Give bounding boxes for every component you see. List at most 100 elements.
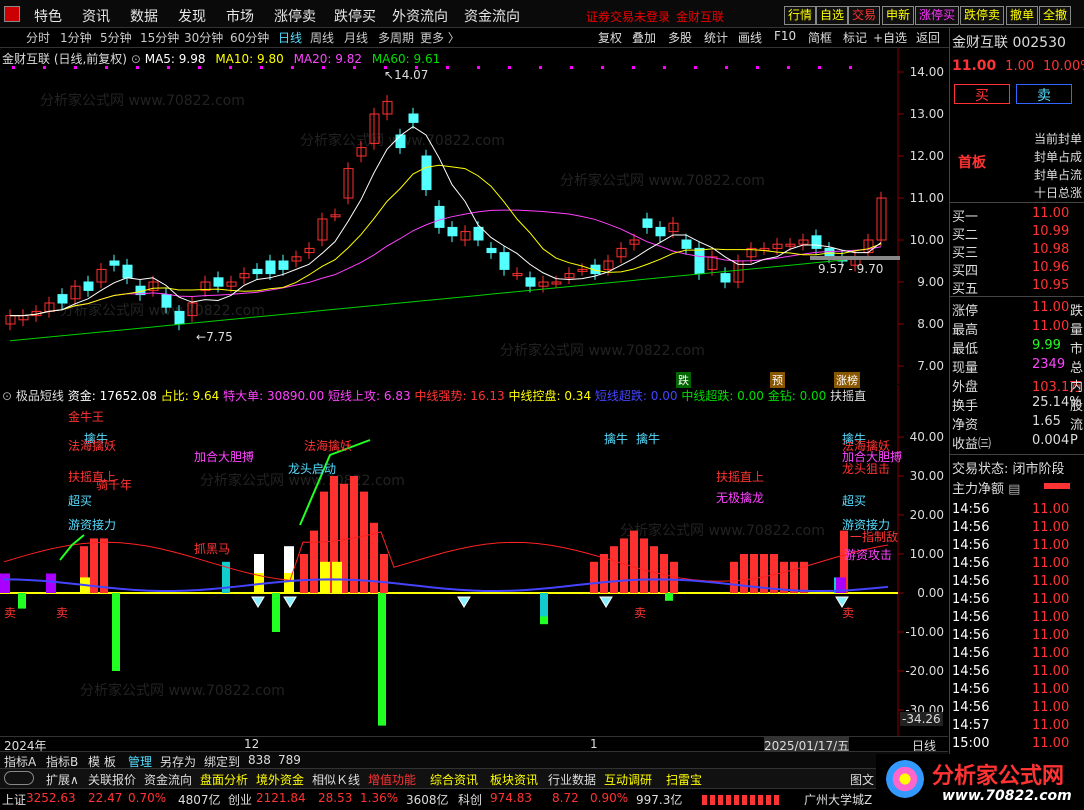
cancel-all-button[interactable]: 全撤: [1039, 6, 1072, 25]
menu-item-limit-up-sell[interactable]: 涨停卖: [274, 6, 316, 26]
kc-label[interactable]: 科创: [458, 791, 482, 808]
tick-row[interactable]: 14:56 11.00: [950, 610, 1084, 628]
app-logo-icon[interactable]: [4, 6, 20, 22]
tf-weekly[interactable]: 周线: [310, 29, 334, 46]
foreign-fund-button[interactable]: 境外资金: [256, 771, 304, 788]
menu-item-news[interactable]: 资讯: [82, 6, 110, 26]
bid-row[interactable]: 买二 10.99: [950, 224, 1084, 243]
tick-row[interactable]: 15:00 11.00: [950, 736, 1084, 754]
tf-more[interactable]: 更多 〉: [420, 29, 460, 46]
menu-item-fund-flow[interactable]: 资金流向: [464, 6, 520, 26]
risk-scan-button[interactable]: 扫雷宝: [666, 771, 702, 788]
buy-button[interactable]: 买: [954, 84, 1010, 104]
tf-5min[interactable]: 5分钟: [100, 29, 132, 46]
stat-row[interactable]: 净资 1.65 流: [950, 414, 1084, 433]
tab-838[interactable]: 838: [248, 753, 271, 767]
expand-button[interactable]: 扩展∧: [46, 771, 79, 788]
tick-row[interactable]: 14:56 11.00: [950, 592, 1084, 610]
menu-item-limit-down-buy[interactable]: 跌停买: [334, 6, 376, 26]
tick-row[interactable]: 14:56 11.00: [950, 700, 1084, 718]
toggle-switch[interactable]: [4, 771, 34, 785]
value-added-button[interactable]: 增值功能: [368, 771, 416, 788]
survey-button[interactable]: 互动调研: [604, 771, 652, 788]
sh-label[interactable]: 上证: [2, 791, 26, 808]
stat-row[interactable]: 换手 25.14% 股: [950, 395, 1084, 414]
news-ticker[interactable]: 广州大学城Z: [804, 791, 872, 808]
bid-row[interactable]: 买五 10.95: [950, 278, 1084, 297]
bid-row[interactable]: 买一 11.00: [950, 206, 1084, 225]
tf-multi[interactable]: 多周期: [378, 29, 414, 46]
stats-button[interactable]: 统计: [704, 29, 728, 46]
watchlist-button[interactable]: 自选: [816, 6, 849, 25]
tf-daily[interactable]: 日线: [278, 29, 302, 46]
tick-row[interactable]: 14:56 11.00: [950, 502, 1084, 520]
tf-15min[interactable]: 15分钟: [140, 29, 179, 46]
simple-frame-button[interactable]: 简框: [808, 29, 832, 46]
overlay-button[interactable]: 叠加: [632, 29, 656, 46]
ipo-button[interactable]: 申新: [882, 6, 915, 25]
market-analysis-button[interactable]: 盘面分析: [200, 771, 248, 788]
news-button[interactable]: 综合资讯: [430, 771, 478, 788]
menu-item-foreign-flow[interactable]: 外资流向: [392, 6, 448, 26]
cancel-order-button[interactable]: 撤单: [1006, 6, 1039, 25]
multi-stock-button[interactable]: 多股: [668, 29, 692, 46]
add-watchlist-button[interactable]: +自选: [873, 29, 907, 46]
chart-text-button[interactable]: 图文: [850, 771, 874, 788]
tick-row[interactable]: 14:56 11.00: [950, 628, 1084, 646]
similar-kline-button[interactable]: 相似Ｋ线: [312, 771, 360, 788]
tab-789[interactable]: 789: [278, 753, 301, 767]
sell-button[interactable]: 卖: [1016, 84, 1072, 104]
fund-flow-button[interactable]: 资金流向: [144, 771, 192, 788]
indicator-chart[interactable]: 40.0030.0020.0010.000.00-10.00-20.00-30.…: [0, 385, 948, 737]
mark-button[interactable]: 标记: [843, 29, 867, 46]
tick-row[interactable]: 14:56 11.00: [950, 646, 1084, 664]
related-quote-button[interactable]: 关联报价: [88, 771, 136, 788]
menu-item-features[interactable]: 特色: [34, 6, 62, 26]
stat-row[interactable]: 外盘 103.1万内: [950, 376, 1084, 395]
quote-button[interactable]: 行情: [784, 6, 817, 25]
login-status[interactable]: 证券交易未登录: [586, 8, 670, 25]
f10-button[interactable]: F10: [774, 29, 796, 43]
stat-row[interactable]: 收益㈢ 0.004 P: [950, 433, 1084, 452]
tf-60min[interactable]: 60分钟: [230, 29, 269, 46]
tick-row[interactable]: 14:56 11.00: [950, 664, 1084, 682]
tf-1min[interactable]: 1分钟: [60, 29, 92, 46]
industry-data-button[interactable]: 行业数据: [548, 771, 596, 788]
indicator-bar-green: [18, 593, 26, 609]
stat-row[interactable]: 涨停 11.00 跌: [950, 300, 1084, 319]
top-marker: [12, 66, 15, 69]
tick-row[interactable]: 14:57 11.00: [950, 718, 1084, 736]
candle-body: [811, 235, 822, 249]
back-button[interactable]: 返回: [916, 29, 940, 46]
candle-body: [421, 155, 432, 191]
tf-monthly[interactable]: 月线: [344, 29, 368, 46]
tick-row[interactable]: 14:56 11.00: [950, 520, 1084, 538]
calendar-icon[interactable]: ▤: [1008, 482, 1020, 497]
sector-news-button[interactable]: 板块资讯: [490, 771, 538, 788]
trade-button[interactable]: 交易: [848, 6, 881, 25]
top-marker: [74, 66, 77, 69]
adjust-button[interactable]: 复权: [598, 29, 622, 46]
menu-item-data[interactable]: 数据: [130, 6, 158, 26]
draw-line-button[interactable]: 画线: [738, 29, 762, 46]
limit-down-sell-button[interactable]: 跌停卖: [960, 6, 1005, 25]
candlestick-chart[interactable]: 14.00 13.00 12.00 11.00 10.00 9.00 8.00 7.00: [0, 48, 948, 384]
limit-up-buy-button[interactable]: 涨停买: [915, 6, 960, 25]
stat-row[interactable]: 现量 2349 总: [950, 357, 1084, 376]
tick-row[interactable]: 14:56 11.00: [950, 574, 1084, 592]
tick-row[interactable]: 14:56 11.00: [950, 538, 1084, 556]
stat-row[interactable]: 最高 11.00 量: [950, 319, 1084, 338]
menu-item-discover[interactable]: 发现: [178, 6, 206, 26]
cy-label[interactable]: 创业: [228, 791, 252, 808]
indicator-bar-red: [90, 538, 98, 593]
tick-row[interactable]: 14:56 11.00: [950, 682, 1084, 700]
tf-tick[interactable]: 分时: [26, 29, 50, 46]
stat-row-ext: 股: [1070, 399, 1084, 414]
bid-row[interactable]: 买三 10.98: [950, 242, 1084, 261]
tick-row-label: 14:56: [952, 556, 990, 571]
bid-row[interactable]: 买四 10.96: [950, 260, 1084, 279]
tf-30min[interactable]: 30分钟: [184, 29, 223, 46]
stat-row[interactable]: 最低 9.99 市: [950, 338, 1084, 357]
tick-row[interactable]: 14:56 11.00: [950, 556, 1084, 574]
menu-item-market[interactable]: 市场: [226, 6, 254, 26]
